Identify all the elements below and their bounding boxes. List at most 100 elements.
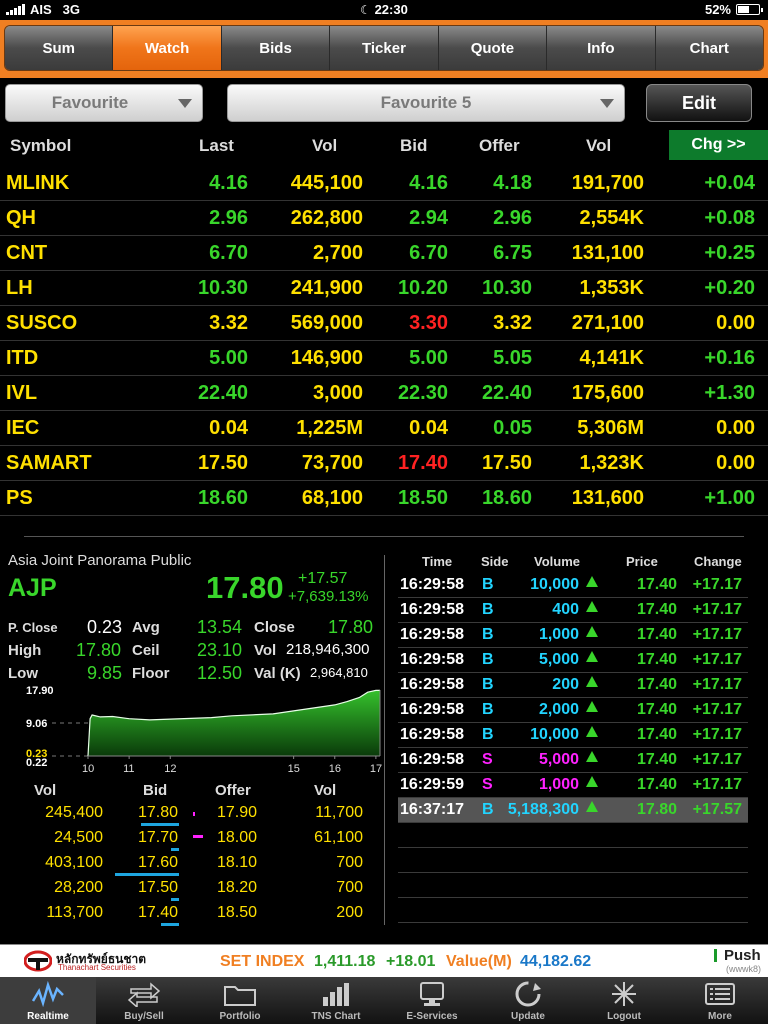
watch-cell-last: 2.96 bbox=[209, 207, 248, 229]
watch-row-ivl[interactable]: IVL 22.40 3,000 22.30 22.40 175,600 +1.30 bbox=[0, 376, 768, 411]
tab-quote[interactable]: Quote bbox=[438, 26, 548, 70]
depth-row[interactable]: 403,100 17.60 18.10 700 bbox=[0, 851, 384, 876]
ticker-row[interactable]: 16:29:58 B 10,000 17.40 +17.17 bbox=[398, 573, 748, 598]
group-select[interactable]: Favourite bbox=[5, 84, 203, 122]
bottom-tab-e-services[interactable]: E-Services bbox=[384, 977, 480, 1024]
watch-row-susco[interactable]: SUSCO 3.32 569,000 3.30 3.32 271,100 0.00 bbox=[0, 306, 768, 341]
ticker-row[interactable]: 16:29:59 S 1,000 17.40 +17.17 bbox=[398, 773, 748, 798]
watch-cell-symbol: CNT bbox=[6, 242, 48, 264]
watch-cell-vol2: 131,600 bbox=[571, 487, 644, 509]
depth-row[interactable]: 113,700 17.40 18.50 200 bbox=[0, 901, 384, 926]
watch-row-cnt[interactable]: CNT 6.70 2,700 6.70 6.75 131,100 +0.25 bbox=[0, 236, 768, 271]
watch-cell-symbol: LH bbox=[6, 277, 33, 299]
depth-row[interactable]: 28,200 17.50 18.20 700 bbox=[0, 876, 384, 901]
bottom-tab-label: Portfolio bbox=[219, 1011, 261, 1022]
tab-sum[interactable]: Sum bbox=[5, 26, 114, 70]
depth-col-vol2: Vol bbox=[314, 782, 337, 799]
ticker-cell-price: 17.40 bbox=[636, 651, 677, 668]
tab-watch[interactable]: Watch bbox=[113, 26, 222, 70]
ticker-row[interactable]: 16:29:58 B 5,000 17.40 +17.17 bbox=[398, 648, 748, 673]
bottom-tab-portfolio[interactable]: Portfolio bbox=[192, 977, 288, 1024]
watch-cell-chg: 0.00 bbox=[716, 452, 755, 474]
offer-volume-bar bbox=[193, 835, 203, 838]
watch-cell-vol: 569,000 bbox=[290, 312, 363, 334]
ticker-cell-side: B bbox=[482, 651, 494, 668]
up-arrow-icon bbox=[586, 751, 598, 762]
ticker-row[interactable]: 16:29:58 B 200 17.40 +17.17 bbox=[398, 673, 748, 698]
edit-button[interactable]: Edit bbox=[646, 84, 752, 122]
ticker-cell-change: +17.17 bbox=[692, 601, 742, 618]
watch-cell-last: 17.50 bbox=[197, 452, 248, 474]
ticker-cell-side: B bbox=[482, 576, 494, 593]
depth-cell-offer: 18.50 bbox=[217, 904, 258, 921]
tab-info[interactable]: Info bbox=[547, 26, 656, 70]
burst-icon bbox=[612, 982, 636, 1006]
up-arrow-icon bbox=[586, 726, 598, 737]
ticker-row-empty bbox=[398, 848, 748, 873]
x-tick-label: 10 bbox=[82, 763, 94, 775]
ticker-cell-time: 16:29:58 bbox=[400, 601, 465, 618]
ticker-cell-volume: 5,188,300 bbox=[507, 801, 579, 818]
watch-row-iec[interactable]: IEC 0.04 1,225M 0.04 0.05 5,306M 0.00 bbox=[0, 411, 768, 446]
ticker-cell-price: 17.80 bbox=[636, 801, 677, 818]
watch-cell-bid: 10.20 bbox=[397, 277, 448, 299]
watch-cell-vol: 262,800 bbox=[290, 207, 363, 229]
ticker-row[interactable]: 16:29:58 B 1,000 17.40 +17.17 bbox=[398, 623, 748, 648]
ticker-row[interactable]: 16:29:58 S 5,000 17.40 +17.17 bbox=[398, 748, 748, 773]
tab-ticker[interactable]: Ticker bbox=[330, 26, 439, 70]
tick-col-time: Time bbox=[422, 554, 453, 569]
vol-value: 218,946,300 bbox=[286, 641, 370, 658]
watch-cell-offer: 10.30 bbox=[481, 277, 532, 299]
watch-cell-chg: +1.30 bbox=[704, 382, 755, 404]
push-label[interactable]: Push bbox=[724, 947, 761, 964]
bottom-tab-update[interactable]: Update bbox=[480, 977, 576, 1024]
ticker-cell-price: 17.40 bbox=[636, 751, 677, 768]
bottom-tab-label: Buy/Sell bbox=[124, 1011, 164, 1022]
depth-cell-ovol: 11,700 bbox=[315, 804, 363, 821]
watch-row-lh[interactable]: LH 10.30 241,900 10.20 10.30 1,353K +0.20 bbox=[0, 271, 768, 306]
col-symbol: Symbol bbox=[10, 136, 72, 155]
ticker-cell-change: +17.17 bbox=[692, 651, 742, 668]
val-value: 2,964,810 bbox=[310, 665, 368, 680]
ticker-cell-time: 16:29:58 bbox=[400, 751, 465, 768]
watch-cell-bid: 5.00 bbox=[409, 347, 448, 369]
tick-col-change: Change bbox=[694, 554, 742, 569]
ticker-row-empty bbox=[398, 823, 748, 848]
ticker-row[interactable]: 16:37:17 B 5,188,300 17.80 +17.57 bbox=[398, 798, 748, 823]
set-index-label: SET INDEX bbox=[220, 953, 305, 970]
watch-row-itd[interactable]: ITD 5.00 146,900 5.00 5.05 4,141K +0.16 bbox=[0, 341, 768, 376]
bottom-tab-tns-chart[interactable]: TNS Chart bbox=[288, 977, 384, 1024]
ticker-cell-price: 17.40 bbox=[636, 601, 677, 618]
bottom-tab-realtime[interactable]: Realtime bbox=[0, 977, 96, 1024]
ticker-cell-change: +17.17 bbox=[692, 676, 742, 693]
bottom-tab-more[interactable]: More bbox=[672, 977, 768, 1024]
list-select[interactable]: Favourite 5 bbox=[227, 84, 625, 122]
ticker-cell-side: B bbox=[482, 726, 494, 743]
depth-row[interactable]: 24,500 17.70 18.00 61,100 bbox=[0, 826, 384, 851]
watch-cell-offer: 4.18 bbox=[493, 172, 532, 194]
watch-cell-offer: 18.60 bbox=[481, 487, 532, 509]
bottom-tab-logout[interactable]: Logout bbox=[576, 977, 672, 1024]
depth-cell-bid: 17.70 bbox=[138, 829, 179, 846]
watch-cell-chg: 0.00 bbox=[716, 417, 755, 439]
watch-row-ps[interactable]: PS 18.60 68,100 18.50 18.60 131,600 +1.00 bbox=[0, 481, 768, 516]
watch-cell-symbol: SUSCO bbox=[6, 312, 78, 334]
ticker-row[interactable]: 16:29:58 B 400 17.40 +17.17 bbox=[398, 598, 748, 623]
depth-row[interactable]: 245,400 17.80 17.90 11,700 bbox=[0, 801, 384, 826]
chg-toggle-button[interactable]: Chg >> bbox=[669, 130, 768, 160]
watch-cell-vol2: 191,700 bbox=[571, 172, 644, 194]
ticker-row[interactable]: 16:29:58 B 10,000 17.40 +17.17 bbox=[398, 723, 748, 748]
watch-row-qh[interactable]: QH 2.96 262,800 2.94 2.96 2,554K +0.08 bbox=[0, 201, 768, 236]
tab-bids[interactable]: Bids bbox=[221, 26, 331, 70]
price-area bbox=[88, 690, 380, 756]
ticker-cell-volume: 10,000 bbox=[530, 576, 579, 593]
bottom-tab-buy-sell[interactable]: Buy/Sell bbox=[96, 977, 192, 1024]
ticker-cell-side: B bbox=[482, 601, 494, 618]
watch-row-mlink[interactable]: MLINK 4.16 445,100 4.16 4.18 191,700 +0.04 bbox=[0, 166, 768, 201]
ticker-row[interactable]: 16:29:58 B 2,000 17.40 +17.17 bbox=[398, 698, 748, 723]
val-label: Val (K) bbox=[254, 665, 301, 682]
set-index-value: 1,411.18 bbox=[314, 953, 376, 970]
depth-cell-bid: 17.50 bbox=[138, 879, 179, 896]
tab-chart[interactable]: Chart bbox=[655, 26, 763, 70]
watch-row-samart[interactable]: SAMART 17.50 73,700 17.40 17.50 1,323K 0.00 bbox=[0, 446, 768, 481]
